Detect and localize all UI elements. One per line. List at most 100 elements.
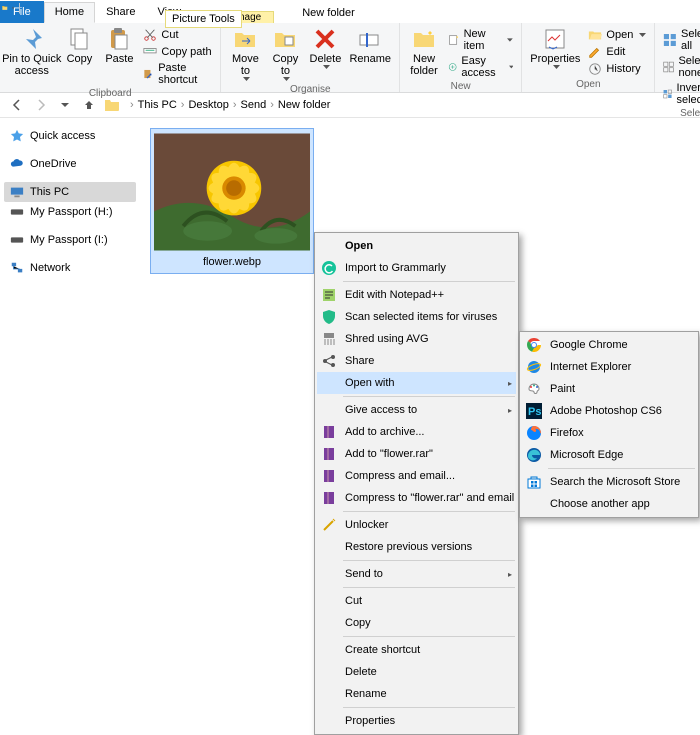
ctx-shred[interactable]: Shred using AVG xyxy=(317,328,516,350)
grammarly-icon xyxy=(321,260,337,276)
nav-onedrive[interactable]: OneDrive xyxy=(4,154,136,174)
ribbon-group-new: Newfolder New item Easy access New xyxy=(400,23,522,92)
move-to-icon xyxy=(233,27,257,51)
shield-icon xyxy=(321,309,337,325)
breadcrumb[interactable]: › This PC › Desktop › Send › New folder xyxy=(130,97,332,113)
nav-passport-h[interactable]: My Passport (H:) xyxy=(4,202,136,222)
breadcrumb-seg[interactable]: This PC xyxy=(136,97,179,113)
breadcrumb-seg[interactable]: Desktop xyxy=(186,97,230,113)
chevron-down-icon xyxy=(243,77,250,81)
select-all-icon xyxy=(663,33,677,47)
chevron-right-icon: ▸ xyxy=(508,406,512,415)
openwith-firefox[interactable]: Firefox xyxy=(522,422,696,444)
file-item-flower[interactable]: flower.webp xyxy=(150,128,314,274)
new-folder-button[interactable]: Newfolder xyxy=(404,25,444,79)
ctx-restore[interactable]: Restore previous versions xyxy=(317,536,516,558)
ctx-add-archive[interactable]: Add to archive... xyxy=(317,421,516,443)
archive-icon xyxy=(321,490,337,506)
qat-overflow-icon[interactable] xyxy=(12,4,14,12)
openwith-paint[interactable]: Paint xyxy=(522,378,696,400)
nav-this-pc[interactable]: This PC xyxy=(4,182,136,202)
easy-access-icon xyxy=(448,60,457,74)
up-button[interactable] xyxy=(80,96,98,114)
firefox-icon xyxy=(526,425,542,441)
ctx-open[interactable]: Open xyxy=(317,235,516,257)
select-none-button[interactable]: Select none xyxy=(659,54,700,80)
paste-shortcut-button[interactable]: Paste shortcut xyxy=(139,61,216,87)
openwith-store[interactable]: Search the Microsoft Store xyxy=(522,471,696,493)
chevron-down-icon xyxy=(323,65,330,69)
edge-icon xyxy=(526,447,542,463)
copy-to-button[interactable]: Copyto xyxy=(265,25,305,83)
copy-path-button[interactable]: Copy path xyxy=(139,44,216,60)
ctx-add-flower[interactable]: Add to "flower.rar" xyxy=(317,443,516,465)
openwith-choose[interactable]: Choose another app xyxy=(522,493,696,515)
ribbon-tab-strip: File Home Share View Manage New folder xyxy=(0,0,700,23)
delete-button[interactable]: Delete xyxy=(305,25,345,71)
history-button[interactable]: History xyxy=(584,61,650,77)
group-label-open: Open xyxy=(526,78,650,92)
monitor-icon xyxy=(10,185,24,199)
openwith-chrome[interactable]: Google Chrome xyxy=(522,334,696,356)
ctx-delete[interactable]: Delete xyxy=(317,661,516,683)
pin-to-quick-access-button[interactable]: Pin to Quickaccess xyxy=(4,25,59,79)
ctx-compress-email[interactable]: Compress and email... xyxy=(317,465,516,487)
select-all-button[interactable]: Select all xyxy=(659,27,700,53)
notepadpp-icon xyxy=(321,287,337,303)
ctx-properties[interactable]: Properties xyxy=(317,710,516,732)
properties-button[interactable]: Properties xyxy=(526,25,584,71)
window-title: New folder xyxy=(292,4,365,23)
pin-icon xyxy=(20,27,44,51)
ctx-copy[interactable]: Copy xyxy=(317,612,516,634)
ctx-share[interactable]: Share xyxy=(317,350,516,372)
ctx-create-shortcut[interactable]: Create shortcut xyxy=(317,639,516,661)
back-button[interactable] xyxy=(8,96,26,114)
shred-icon xyxy=(321,331,337,347)
recent-locations-button[interactable] xyxy=(56,96,74,114)
tab-home[interactable]: Home xyxy=(44,2,95,23)
openwith-ie[interactable]: Internet Explorer xyxy=(522,356,696,378)
invert-selection-button[interactable]: Invert selection xyxy=(659,81,700,107)
ctx-open-with[interactable]: Open with▸ xyxy=(317,372,516,394)
ie-icon xyxy=(526,359,542,375)
breadcrumb-seg[interactable]: Send xyxy=(239,97,269,113)
openwith-photoshop[interactable]: PsAdobe Photoshop CS6 xyxy=(522,400,696,422)
easy-access-button[interactable]: Easy access xyxy=(444,54,517,80)
nav-passport-i[interactable]: My Passport (I:) xyxy=(4,230,136,250)
edit-button[interactable]: Edit xyxy=(584,44,650,60)
ctx-grammarly[interactable]: Import to Grammarly xyxy=(317,257,516,279)
archive-icon xyxy=(321,424,337,440)
open-button[interactable]: Open xyxy=(584,27,650,43)
breadcrumb-seg[interactable]: New folder xyxy=(276,97,333,113)
chevron-down-icon xyxy=(283,77,290,81)
copy-icon xyxy=(67,27,91,51)
move-to-button[interactable]: Moveto xyxy=(225,25,265,83)
invert-selection-icon xyxy=(663,87,672,101)
folder-icon xyxy=(2,5,8,11)
ctx-scan[interactable]: Scan selected items for viruses xyxy=(317,306,516,328)
cloud-icon xyxy=(10,157,24,171)
nav-quick-access[interactable]: Quick access xyxy=(4,126,136,146)
chevron-down-icon xyxy=(509,65,514,69)
history-icon xyxy=(588,62,602,76)
chevron-right-icon: › xyxy=(233,99,237,111)
forward-button[interactable] xyxy=(32,96,50,114)
ctx-give-access[interactable]: Give access to▸ xyxy=(317,399,516,421)
ctx-notepadpp[interactable]: Edit with Notepad++ xyxy=(317,284,516,306)
chevron-down-icon xyxy=(507,38,513,42)
rename-button[interactable]: Rename xyxy=(345,25,395,67)
copy-button[interactable]: Copy xyxy=(59,25,99,67)
context-tab-picture-tools[interactable]: Picture Tools xyxy=(165,10,242,28)
ctx-rename[interactable]: Rename xyxy=(317,683,516,705)
new-item-button[interactable]: New item xyxy=(444,27,517,53)
ctx-unlocker[interactable]: Unlocker xyxy=(317,514,516,536)
openwith-edge[interactable]: Microsoft Edge xyxy=(522,444,696,466)
ribbon-group-clipboard: Pin to Quickaccess Copy Paste Cut Copy p… xyxy=(0,23,221,92)
paste-button[interactable]: Paste xyxy=(99,25,139,67)
ctx-compress-flower-email[interactable]: Compress to "flower.rar" and email xyxy=(317,487,516,509)
ctx-cut[interactable]: Cut xyxy=(317,590,516,612)
nav-network[interactable]: Network xyxy=(4,258,136,278)
tab-share[interactable]: Share xyxy=(95,2,146,23)
cut-button[interactable]: Cut xyxy=(139,27,216,43)
ctx-send-to[interactable]: Send to▸ xyxy=(317,563,516,585)
